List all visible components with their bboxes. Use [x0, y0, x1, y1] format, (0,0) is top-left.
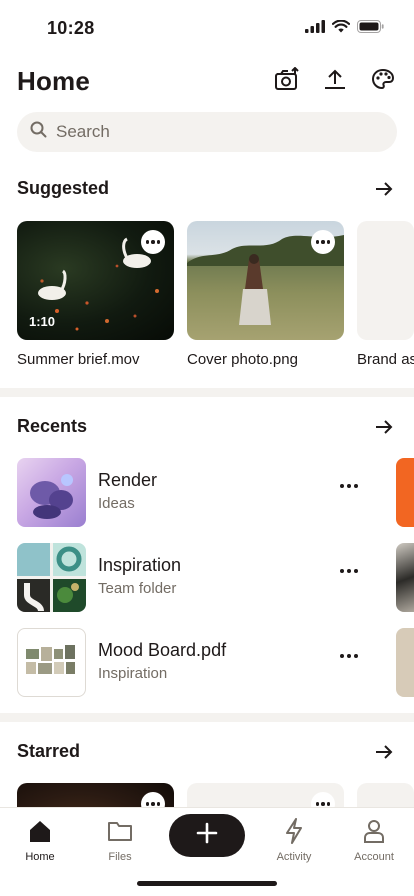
home-indicator [137, 881, 277, 886]
card-name: Brand assets [357, 351, 414, 368]
nav-label: Files [108, 851, 132, 863]
arrow-right-icon[interactable] [374, 742, 394, 762]
plus-icon [196, 822, 218, 849]
signal-icon [305, 20, 325, 38]
page-title: Home [17, 66, 91, 96]
starred-section-header: Starred [0, 737, 414, 767]
search-input[interactable] [56, 122, 356, 142]
home-icon [5, 818, 75, 844]
list-item[interactable]: Render Ideas [0, 458, 414, 528]
video-thumbnail[interactable]: 1:10 [17, 221, 174, 340]
recents-section-header: Recents [0, 412, 414, 442]
nav-item-home[interactable]: Home [5, 818, 75, 863]
palette-icon[interactable] [370, 66, 396, 92]
nav-label: Home [25, 851, 55, 863]
more-options-icon[interactable] [311, 230, 335, 254]
suggested-card[interactable]: Brand assets [357, 221, 414, 368]
item-subtitle: Ideas [98, 495, 135, 512]
folder-thumbnail[interactable] [357, 221, 414, 340]
image-thumbnail[interactable] [187, 221, 344, 340]
arrow-right-icon[interactable] [374, 417, 394, 437]
item-subtitle: Inspiration [98, 665, 168, 682]
section-divider [0, 713, 414, 722]
arrow-right-icon[interactable] [374, 179, 394, 199]
create-button[interactable] [169, 814, 245, 857]
item-name: Inspiration [98, 555, 182, 575]
video-duration: 1:10 [29, 314, 56, 329]
more-options-icon[interactable] [340, 569, 358, 573]
person-icon [339, 818, 409, 844]
suggested-card[interactable]: Cover photo.png [187, 221, 344, 368]
header-actions [274, 66, 396, 92]
folder-icon [85, 818, 155, 844]
lightning-icon [259, 818, 329, 844]
nav-label: Activity [276, 851, 312, 863]
camera-upload-icon[interactable] [274, 66, 300, 92]
search-bar[interactable] [17, 112, 397, 152]
card-name: Cover photo.png [187, 351, 298, 368]
section-title: Suggested [17, 178, 110, 198]
suggested-section-header: Suggested [0, 174, 414, 204]
item-name: Render [98, 470, 158, 490]
nav-item-account[interactable]: Account [339, 818, 409, 863]
more-options-icon[interactable] [340, 484, 358, 488]
card-name: Summer brief.mov [17, 351, 140, 368]
nav-label: Account [354, 851, 394, 863]
search-icon [30, 121, 47, 143]
nav-item-activity[interactable]: Activity [259, 818, 329, 863]
item-thumbnail [17, 543, 86, 612]
next-item-preview [396, 543, 414, 612]
next-item-preview [396, 628, 414, 697]
battery-icon [357, 20, 384, 38]
nav-item-files[interactable]: Files [85, 818, 155, 863]
more-options-icon[interactable] [340, 654, 358, 658]
upload-icon[interactable] [322, 66, 348, 92]
section-divider [0, 388, 414, 397]
list-item[interactable]: Mood Board.pdf Inspiration [0, 628, 414, 698]
header: Home [0, 58, 414, 104]
item-subtitle: Team folder [98, 580, 177, 597]
item-thumbnail [17, 628, 86, 697]
list-item[interactable]: Inspiration Team folder [0, 543, 414, 613]
suggested-card[interactable]: 1:10 Summer brief.mov [17, 221, 174, 368]
next-item-preview [396, 458, 414, 527]
status-icons [305, 19, 384, 38]
section-title: Recents [17, 416, 88, 436]
section-title: Starred [17, 741, 81, 761]
item-name: Mood Board.pdf [98, 640, 227, 660]
more-options-icon[interactable] [141, 230, 165, 254]
item-thumbnail [17, 458, 86, 527]
status-bar: 10:28 [0, 0, 414, 52]
status-time: 10:28 [47, 18, 95, 38]
wifi-icon [331, 19, 351, 38]
